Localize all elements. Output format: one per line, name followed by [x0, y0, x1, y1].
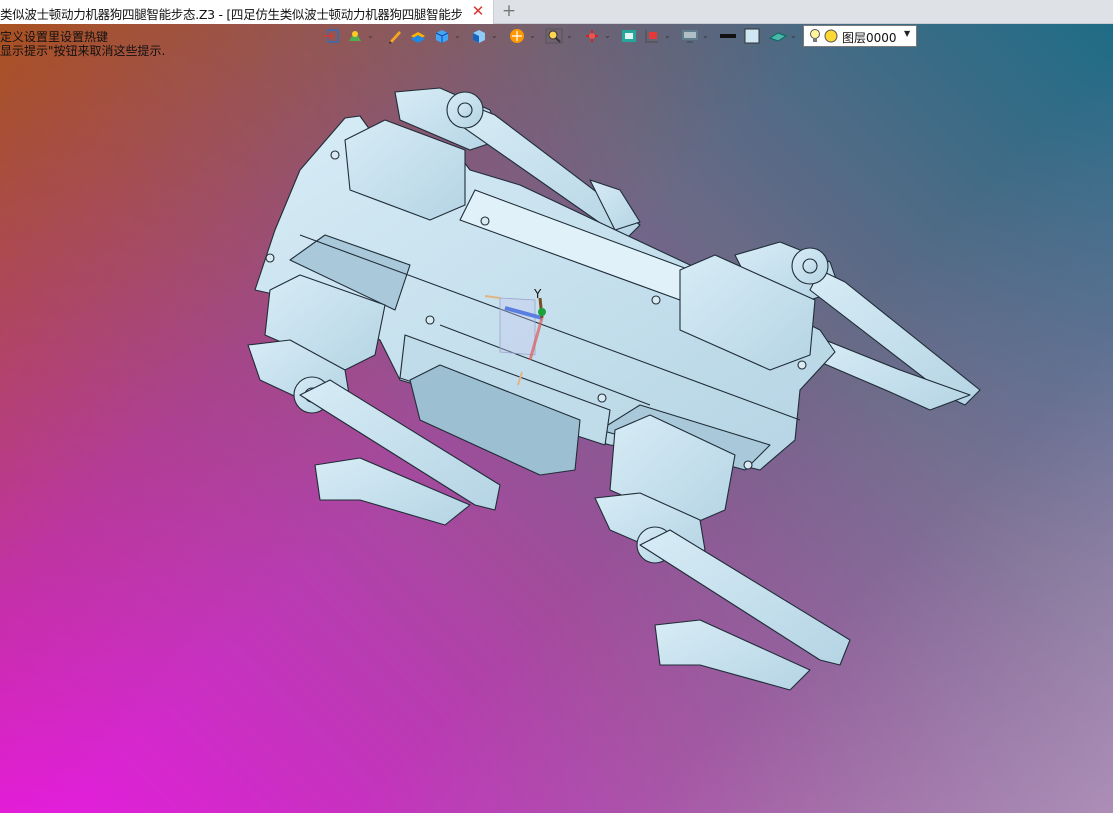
close-icon[interactable]: ✕ [469, 2, 487, 20]
leg-rear-right [594, 492, 851, 691]
pencil-icon[interactable] [385, 27, 405, 45]
exit-sketch-icon[interactable] [322, 27, 342, 45]
display-icon[interactable] [680, 27, 700, 45]
chevron-down-icon[interactable]: ⌄ [566, 31, 574, 41]
chevron-down-icon[interactable]: ⌄ [702, 31, 710, 41]
view-cube-icon[interactable] [469, 27, 489, 45]
chevron-down-icon[interactable]: ⌄ [367, 31, 375, 41]
datum-icon[interactable] [345, 27, 365, 45]
cube-icon[interactable] [432, 27, 452, 45]
tab-title: 类似波士顿动力机器狗四腿智能步态.Z3 - [四足仿生类似波士顿动力机器狗四腿智… [0, 7, 462, 22]
graphics-viewport[interactable]: 定义设置里设置热键 显示提示"按钮来取消这些提示. Y ⌄ ⌄ ⌄ ⌄ ⌄ ⌄ … [0, 24, 1113, 813]
chevron-down-icon[interactable]: ⌄ [529, 31, 537, 41]
zoom-fit-icon[interactable] [544, 27, 564, 45]
document-tab[interactable]: 类似波士顿动力机器狗四腿智能步态.Z3 - [四足仿生类似波士顿动力机器狗四腿智… [0, 0, 494, 24]
layer-name: 图层0000 [842, 31, 897, 45]
layer-color-icon[interactable] [824, 29, 838, 43]
robot-dog-model: Y [247, 87, 981, 691]
chevron-down-icon[interactable]: ⌄ [454, 31, 462, 41]
tab-bar: 类似波士顿动力机器狗四腿智能步态.Z3 - [四足仿生类似波士顿动力机器狗四腿智… [0, 0, 1113, 24]
triad-y-label: Y [533, 287, 542, 301]
layer-stack-icon[interactable] [408, 27, 428, 45]
pick-filter-icon[interactable] [582, 27, 602, 45]
plus-icon[interactable]: + [500, 2, 518, 20]
chevron-down-icon[interactable]: ⌄ [790, 31, 798, 41]
snapshot-icon[interactable] [619, 27, 639, 45]
section-icon[interactable] [642, 27, 662, 45]
render-mode-icon[interactable] [507, 27, 527, 45]
triangle-down-icon[interactable]: ▼ [904, 29, 910, 38]
chevron-down-icon[interactable]: ⌄ [491, 31, 499, 41]
chevron-down-icon[interactable]: ⌄ [604, 31, 612, 41]
fill-color-icon[interactable] [742, 27, 762, 45]
chevron-down-icon[interactable]: ⌄ [664, 31, 672, 41]
plane-icon[interactable] [768, 27, 788, 45]
layer-selector[interactable]: 图层0000 ▼ [803, 25, 917, 47]
line-color-icon[interactable] [718, 27, 738, 45]
lightbulb-icon[interactable] [809, 28, 821, 44]
